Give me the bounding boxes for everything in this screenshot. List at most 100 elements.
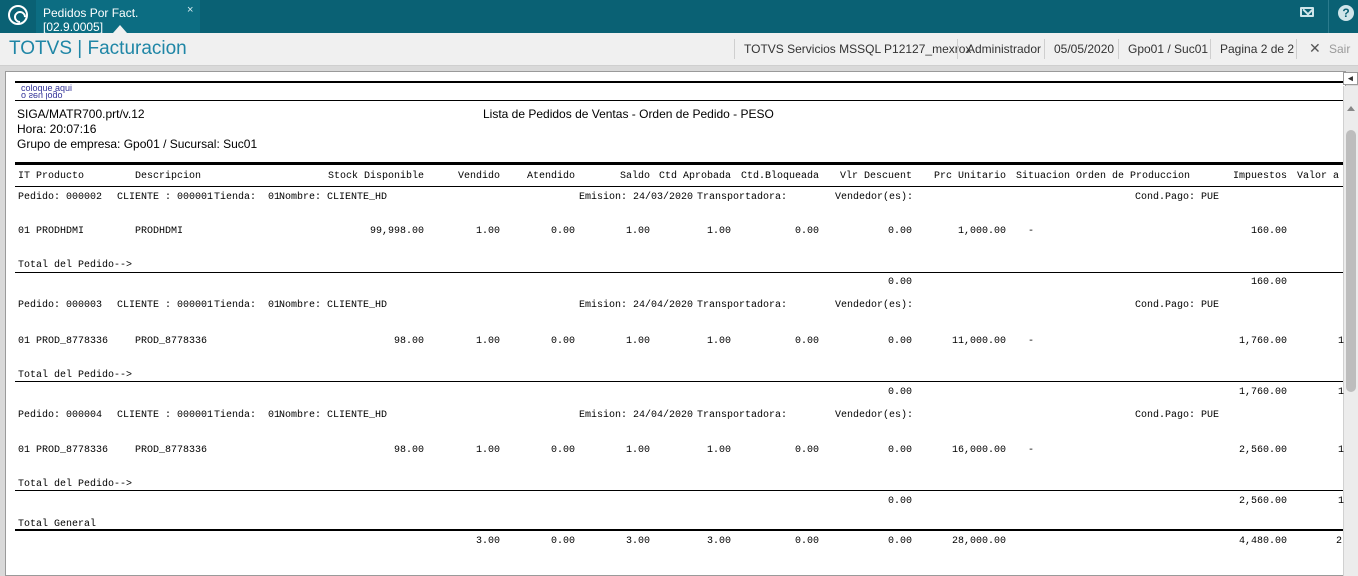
cell-stock: 99,998.00 [369,226,424,237]
grand-total-vlr-descuent: 0.00 [887,536,912,547]
logo-line: o seu logo [21,91,63,101]
divider [957,39,958,59]
cell-situacion: - [1028,336,1035,347]
cell-vendido: 1.00 [475,336,500,347]
app-title: TOTVS | Facturacion [9,38,187,59]
order-nombre: Nombre: CLIENTE_HD [279,300,388,311]
report-time: Hora: 20:07:16 [17,122,97,136]
order-transportadora: Transportadora: [697,300,788,311]
cell-it-producto: 01 PROD_8778336 [18,445,109,456]
col-valor: Valor a [1297,171,1340,182]
cell-valor: 1 [1338,336,1345,347]
report-group: Grupo de empresa: Gpo01 / Sucursal: Suc0… [17,137,258,151]
tab-pedidos-por-fact[interactable]: Pedidos Por Fact. [02.9.0005] × [36,0,200,34]
order-total-descuent: 0.00 [887,277,912,288]
order-emision: Emision: 24/03/2020 [579,192,694,203]
grand-total-ctd-aprobada: 3.00 [706,536,731,547]
cell-situacion: - [1028,226,1035,237]
order-total-label: Total del Pedido--> [18,260,133,271]
cell-ctd-aprobada: 1.00 [706,226,731,237]
columns-top-rule [15,162,1343,165]
order-total-rule [15,490,1343,491]
order-total-impuestos: 1,760.00 [1238,387,1287,398]
report-title: Lista de Pedidos de Ventas - Orden de Pe… [483,107,774,121]
cell-impuestos: 1,760.00 [1238,336,1287,347]
cell-atendido: 0.00 [550,445,575,456]
col-prc-unitario: Prc Unitario [933,171,1006,182]
cell-stock: 98.00 [393,336,424,347]
order-total-descuent: 0.00 [887,496,912,507]
order-pedido: Pedido: 000003 [18,300,103,311]
order-transportadora: Transportadora: [697,410,788,421]
branch-info: Gpo01 / Suc01 [1128,42,1209,56]
cell-vlr-descuent: 0.00 [887,445,912,456]
divider [734,39,735,59]
order-vendedor: Vendedor(es): [835,300,914,311]
cell-atendido: 0.00 [550,336,575,347]
cell-saldo: 1.00 [625,445,650,456]
cell-saldo: 1.00 [625,226,650,237]
order-vendedor: Vendedor(es): [835,410,914,421]
order-total-rule [15,272,1343,273]
divider [1328,0,1329,33]
col-descripcion: Descripcion [135,171,202,182]
order-total-valor: 1 [1338,496,1345,507]
grand-total-prc-unitario: 28,000.00 [951,536,1006,547]
col-vlr-descuent: Vlr Descuent [839,171,912,182]
divider [1296,39,1297,59]
grand-total-rule [15,529,1343,531]
order-tienda: Tienda: 01 [214,300,281,311]
help-icon[interactable]: ? [1338,5,1354,21]
exit-button[interactable]: Sair [1329,33,1350,66]
order-cond-pago: Cond.Pago: PUE [1135,192,1220,203]
order-pedido: Pedido: 000002 [18,192,103,203]
col-impuestos: Impuestos [1232,171,1287,182]
divider [1118,39,1119,59]
grand-total-impuestos: 4,480.00 [1238,536,1287,547]
col-vendido: Vendido [457,171,500,182]
col-situacion: Situacion [1016,171,1071,182]
cell-ctd-bloqueada: 0.00 [794,445,819,456]
order-cliente: CLIENTE : 000001 [117,300,214,311]
order-total-valor: 1 [1338,387,1345,398]
col-saldo: Saldo [619,171,650,182]
order-cliente: CLIENTE : 000001 [117,192,214,203]
order-cliente: CLIENTE : 000001 [117,410,214,421]
report-rule [15,100,1343,101]
col-it-producto: IT Producto [18,171,85,182]
page-info: Pagina 2 de 2 [1220,42,1295,56]
cell-ctd-aprobada: 1.00 [706,445,731,456]
order-total-impuestos: 160.00 [1250,277,1287,288]
col-stock: Stock Disponible [327,171,424,182]
scroll-up-arrow-icon[interactable] [1347,106,1355,111]
cell-vendido: 1.00 [475,226,500,237]
collapse-panel-icon[interactable]: ◂ [1343,72,1358,85]
order-pedido: Pedido: 000004 [18,410,103,421]
cell-it-producto: 01 PROD_8778336 [18,336,109,347]
cell-ctd-bloqueada: 0.00 [794,336,819,347]
cell-impuestos: 2,560.00 [1238,445,1287,456]
cell-impuestos: 160.00 [1250,226,1287,237]
scrollbar-thumb[interactable] [1346,130,1356,392]
exit-icon[interactable]: ✕ [1309,40,1321,57]
cell-descripcion: PROD_8778336 [135,445,208,456]
order-cond-pago: Cond.Pago: PUE [1135,410,1220,421]
grand-total-ctd-bloqueada: 0.00 [794,536,819,547]
order-emision: Emision: 24/04/2020 [579,300,694,311]
totvs-logo-icon[interactable] [8,5,28,25]
order-total-rule [15,381,1343,382]
tab-close-icon[interactable]: × [187,4,193,16]
mail-icon[interactable] [1300,7,1314,17]
cell-prc-unitario: 11,000.00 [951,336,1006,347]
order-tienda: Tienda: 01 [214,410,281,421]
order-vendedor: Vendedor(es): [835,192,914,203]
company-logo-placeholder: coloque aqui o seu logo [21,84,72,102]
cell-descripcion: PRODHDMI [135,226,184,237]
date-info: 05/05/2020 [1054,42,1115,56]
report-program: SIGA/MATR700.prt/v.12 [17,107,145,121]
divider [1210,39,1211,59]
cell-it-producto: 01 PRODHDMI [18,226,85,237]
cell-valor: 1 [1338,445,1345,456]
col-ctd-aprobada: Ctd Aprobada [658,171,731,182]
order-total-impuestos: 2,560.00 [1238,496,1287,507]
